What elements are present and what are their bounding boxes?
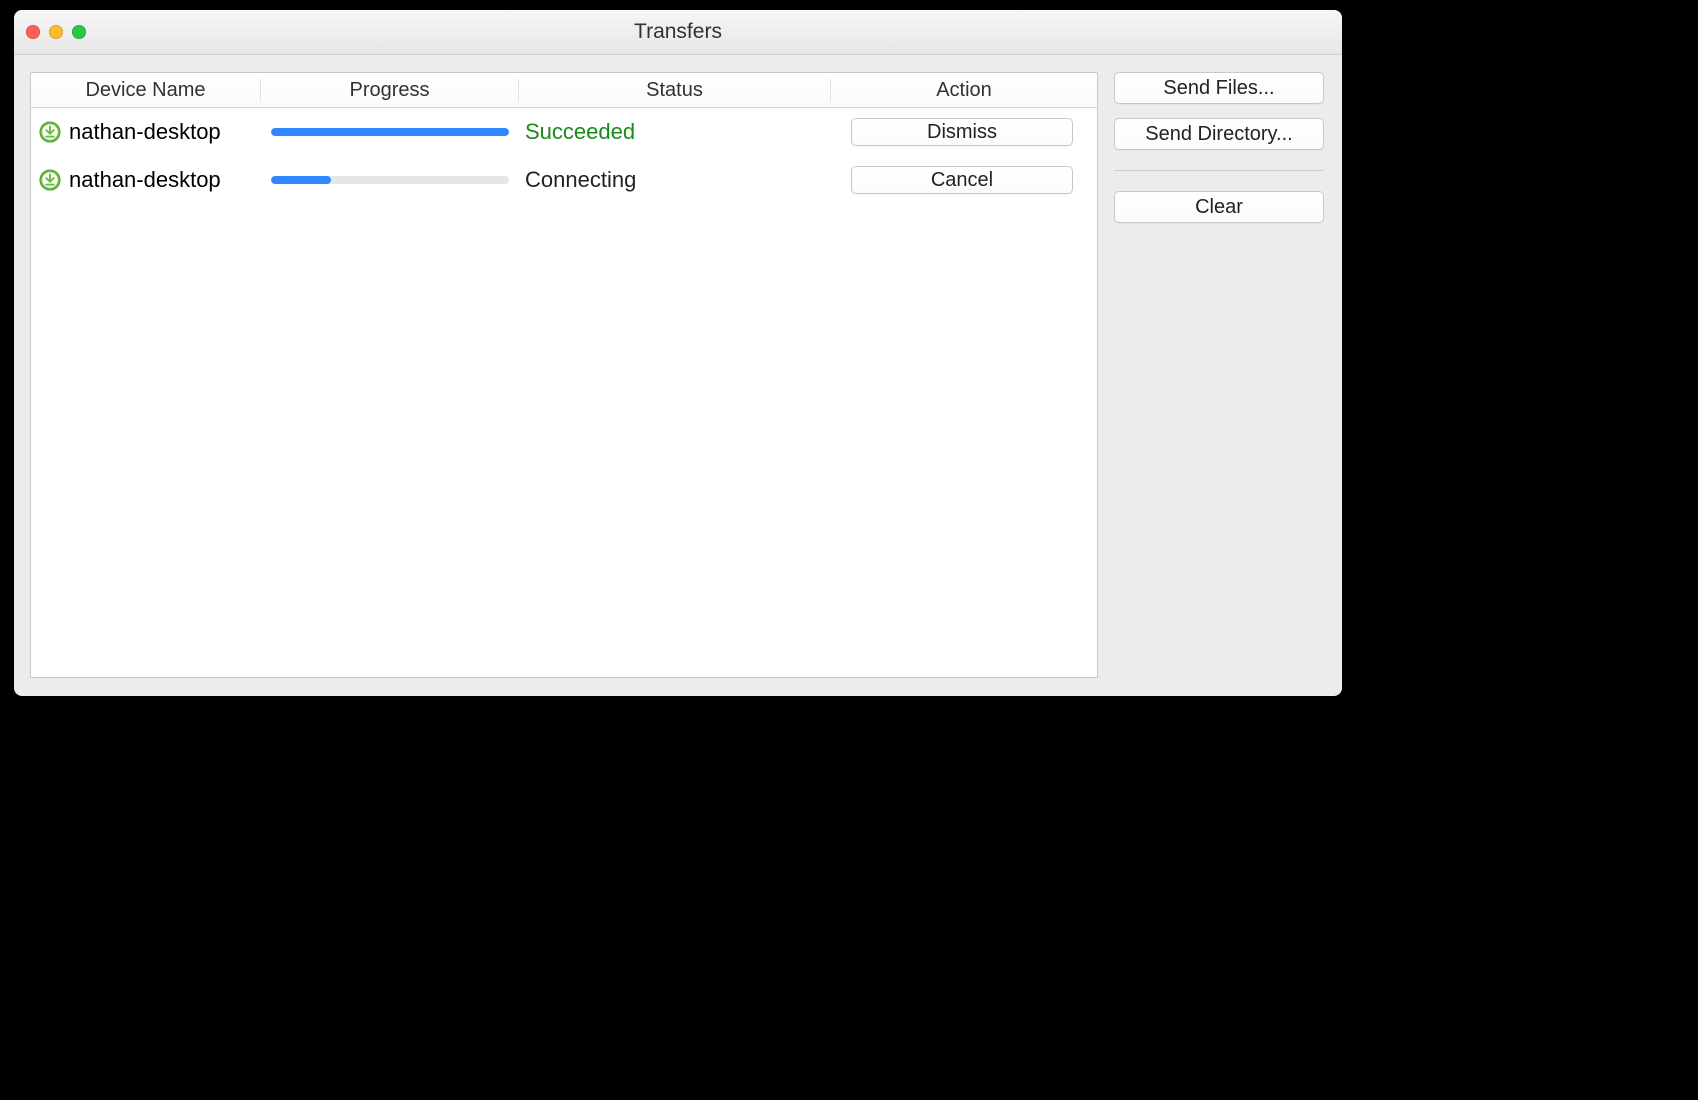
progress-fill: [271, 176, 331, 184]
main-pane: Device Name Progress Status Action natha…: [14, 54, 1114, 696]
device-name-label: nathan-desktop: [69, 119, 221, 145]
window-title: Transfers: [634, 20, 722, 44]
device-name-label: nathan-desktop: [69, 167, 221, 193]
progress-bar: [271, 176, 509, 184]
table-body[interactable]: nathan-desktop Succeeded Dismiss nathan-de…: [31, 108, 1097, 677]
transfers-table: Device Name Progress Status Action natha…: [30, 72, 1098, 678]
column-header-status[interactable]: Status: [519, 79, 831, 102]
cancel-button[interactable]: Cancel: [851, 166, 1073, 194]
progress-bar: [271, 128, 509, 136]
side-group-send: Send Files... Send Directory...: [1114, 72, 1324, 150]
cell-device: nathan-desktop: [31, 167, 261, 193]
window-controls: [26, 10, 86, 54]
column-header-action[interactable]: Action: [831, 79, 1097, 102]
cell-progress: [261, 128, 519, 136]
column-header-progress[interactable]: Progress: [261, 79, 519, 102]
send-files-button[interactable]: Send Files...: [1114, 72, 1324, 104]
column-header-device[interactable]: Device Name: [31, 79, 261, 102]
table-row[interactable]: nathan-desktop Succeeded Dismiss: [31, 108, 1097, 156]
download-icon: [39, 121, 61, 143]
dismiss-button[interactable]: Dismiss: [851, 118, 1073, 146]
minimize-window-button[interactable]: [49, 25, 63, 39]
side-separator: [1114, 170, 1324, 171]
table-row[interactable]: nathan-desktop Connecting Cancel: [31, 156, 1097, 204]
status-label: Connecting: [525, 167, 636, 193]
side-group-clear: Clear: [1114, 191, 1324, 223]
window-body: Device Name Progress Status Action natha…: [14, 54, 1342, 696]
download-icon: [39, 169, 61, 191]
cell-device: nathan-desktop: [31, 119, 261, 145]
cell-action: Cancel: [831, 166, 1097, 194]
clear-button[interactable]: Clear: [1114, 191, 1324, 223]
zoom-window-button[interactable]: [72, 25, 86, 39]
side-pane: Send Files... Send Directory... Clear: [1114, 54, 1342, 696]
status-label: Succeeded: [525, 119, 635, 145]
send-directory-button[interactable]: Send Directory...: [1114, 118, 1324, 150]
cell-progress: [261, 176, 519, 184]
transfers-window: Transfers Device Name Progress Status Ac…: [14, 10, 1342, 696]
cell-status: Succeeded: [519, 119, 831, 145]
table-header: Device Name Progress Status Action: [31, 73, 1097, 108]
progress-fill: [271, 128, 509, 136]
close-window-button[interactable]: [26, 25, 40, 39]
cell-status: Connecting: [519, 167, 831, 193]
cell-action: Dismiss: [831, 118, 1097, 146]
titlebar[interactable]: Transfers: [14, 10, 1342, 55]
